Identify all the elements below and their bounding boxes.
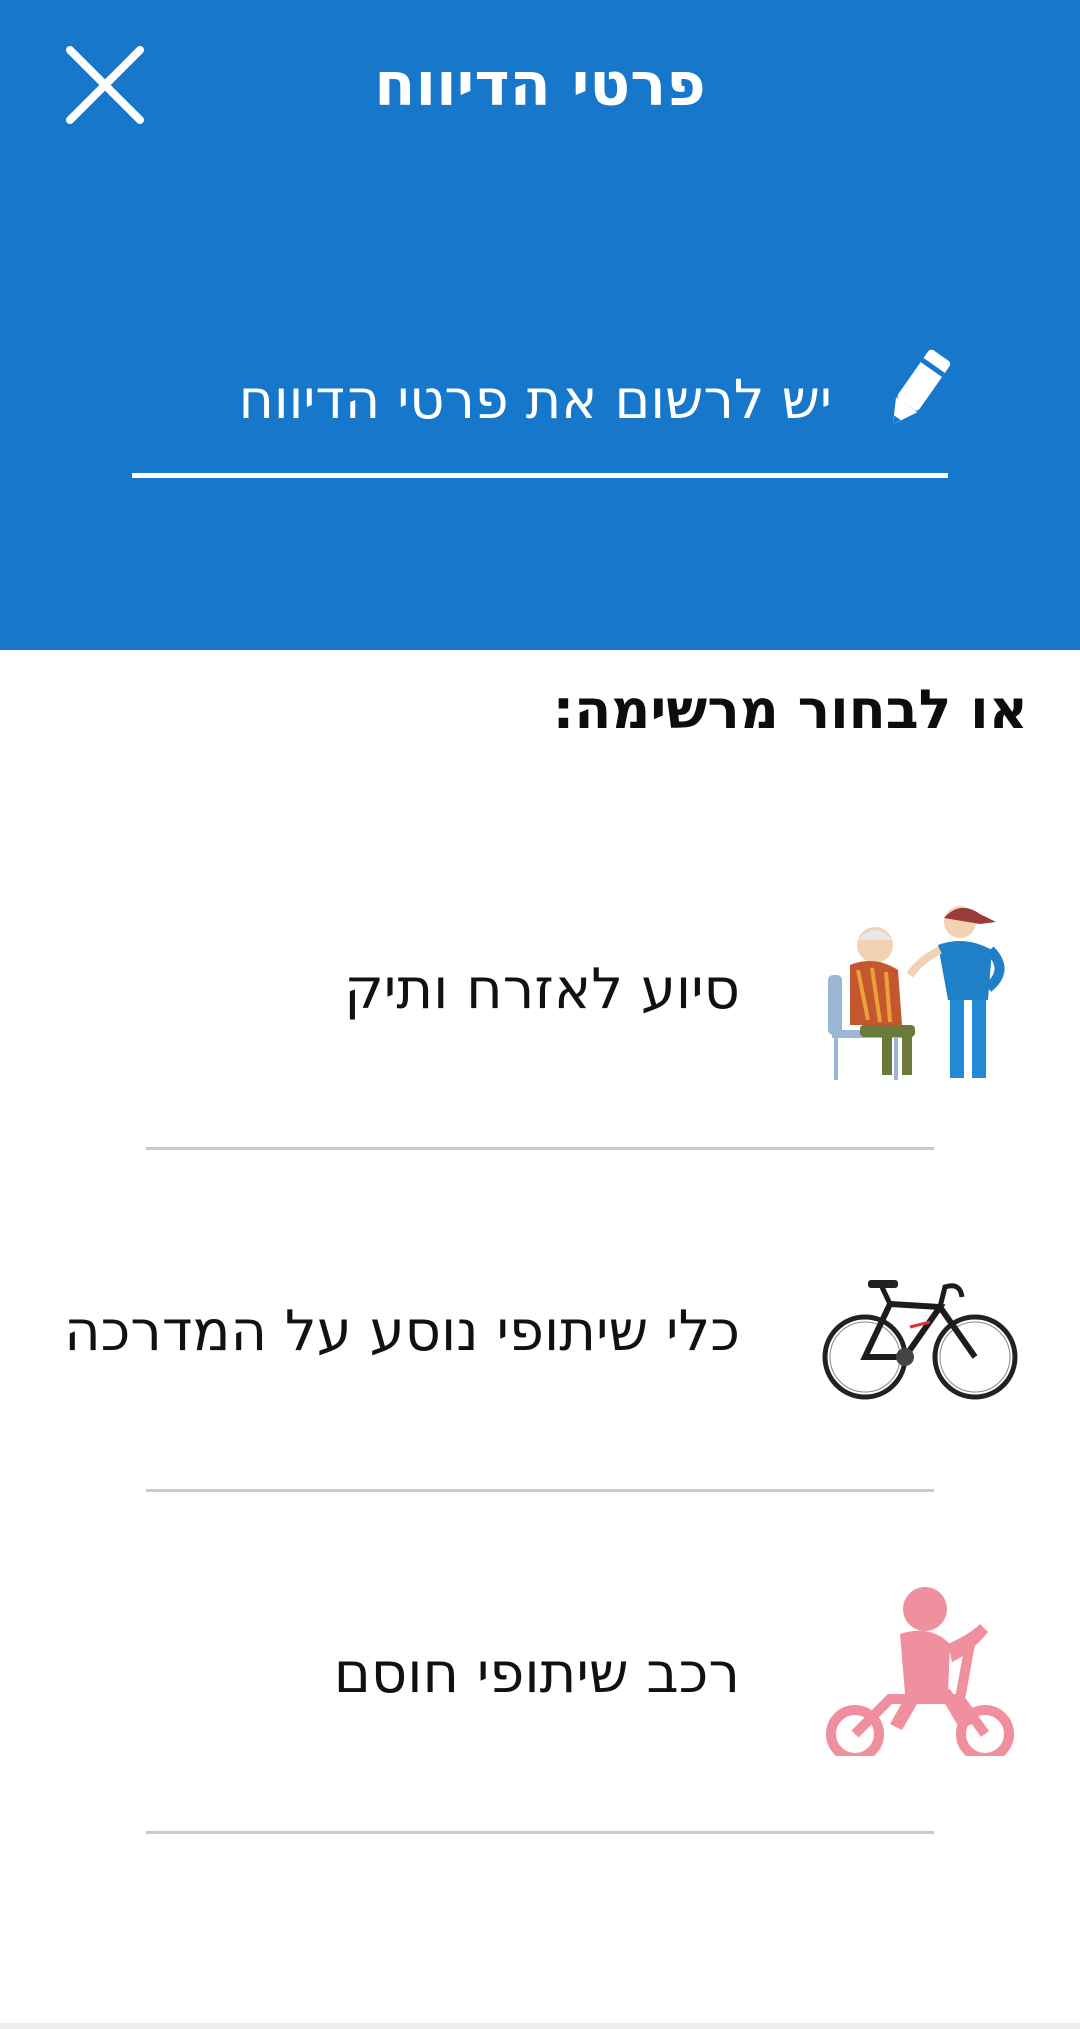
list-item-shared-vehicle-sidewalk[interactable]: כלי שיתופי נוסע על המדרכה xyxy=(0,1162,1080,1504)
list-item-label: רכב שיתופי חוסם xyxy=(333,1641,740,1706)
divider xyxy=(146,1489,934,1492)
input-underline xyxy=(132,473,948,478)
elderly-assistance-image xyxy=(820,900,1020,1080)
page-title: פרטי הדיווח xyxy=(374,50,706,120)
list-item-label: סיוע לאזרח ותיק xyxy=(344,957,740,1022)
list-item-elderly-assistance[interactable]: סיוע לאזרח ותיק xyxy=(0,820,1080,1162)
bicycle-image xyxy=(820,1242,1020,1422)
header-bar: פרטי הדיווח יש לרשום את פרטי הדיווח xyxy=(0,0,1080,650)
divider xyxy=(146,1147,934,1150)
report-details-field[interactable]: יש לרשום את פרטי הדיווח xyxy=(132,330,951,480)
divider xyxy=(146,1831,934,1834)
child-balance-bike-image xyxy=(820,1584,1020,1764)
list-heading: או לבחור מרשימה: xyxy=(552,678,1028,741)
category-list: סיוע לאזרח ותיק כלי שיתופי נוסע על המדרכ… xyxy=(0,820,1080,1846)
report-details-input[interactable]: יש לרשום את פרטי הדיווח xyxy=(132,350,832,450)
list-item-shared-car-blocking[interactable]: רכב שיתופי חוסם xyxy=(0,1504,1080,1846)
pencil-icon xyxy=(872,340,962,440)
list-item-label: כלי שיתופי נוסע על המדרכה xyxy=(64,1299,740,1364)
bottom-edge xyxy=(0,2023,1080,2029)
